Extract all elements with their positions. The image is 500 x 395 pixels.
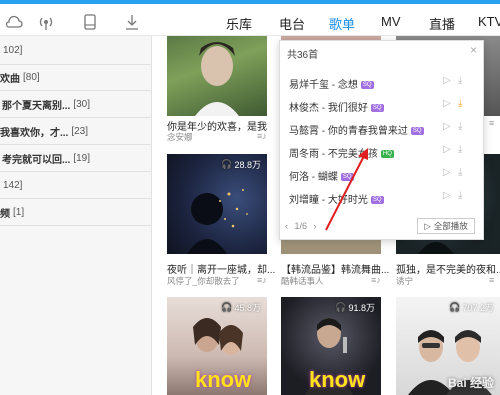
playlist-list-icon[interactable]: ≡♪	[257, 275, 267, 285]
device-icon[interactable]	[80, 12, 100, 32]
download-icon[interactable]	[122, 12, 142, 32]
download-icon[interactable]: ⤓	[458, 75, 462, 86]
sidebar-item[interactable]: 频 [1]	[0, 197, 152, 227]
play-icon[interactable]: ▷	[443, 121, 451, 132]
playlist-author[interactable]: 念安娜	[167, 131, 247, 143]
playlist-author[interactable]: 酷韩话事人	[281, 275, 361, 287]
song-row[interactable]: 林俊杰 - 我们很好 SQ ▷ ⤓	[280, 94, 485, 117]
sidebar-item[interactable]: 那个夏天离别... [30]	[0, 89, 152, 119]
play-count: 🎧 707.2万	[449, 301, 494, 314]
play-count-value: 91.8万	[348, 303, 375, 313]
sidebar-item-label: 那个夏天离别...	[2, 100, 71, 112]
popup-song-count: 共36首	[287, 50, 319, 61]
playlist-list-icon[interactable]: ≡♪	[371, 275, 381, 285]
tab-mv[interactable]: MV	[381, 14, 401, 29]
divider	[0, 225, 152, 226]
play-icon: ▷	[424, 220, 431, 231]
play-count-value: 45.8万	[234, 303, 261, 313]
playlist-list-icon[interactable]: ≡	[489, 275, 494, 285]
download-icon[interactable]: ⤓	[458, 167, 462, 178]
playlist-cover[interactable]: 🎧 45.8万 know	[167, 297, 267, 395]
playlist-title[interactable]: 孤独，是不完美的夜和...	[396, 261, 500, 276]
chevron-left-icon[interactable]: ‹	[285, 221, 288, 231]
headphones-icon: 🎧	[335, 302, 347, 312]
playlist-author[interactable]: 风停了_你却散去了	[167, 275, 257, 287]
play-icon[interactable]: ▷	[443, 167, 451, 178]
play-count: 🎧 28.8万	[221, 158, 261, 171]
tab-playlists[interactable]: 歌单	[329, 14, 356, 41]
song-name[interactable]: 马懿霄 - 你的青春我曾来过 SQ	[289, 122, 424, 137]
tab-ktv[interactable]: KTV	[478, 14, 500, 29]
headphones-icon: 🎧	[221, 159, 233, 169]
sidebar-item-count: [23]	[71, 125, 89, 137]
playlist-list-icon[interactable]: ≡♪	[257, 131, 267, 141]
download-icon[interactable]: ⤓	[458, 98, 462, 109]
play-icon[interactable]: ▷	[443, 190, 451, 201]
sidebar-item[interactable]: 142]	[0, 170, 152, 200]
sidebar-item[interactable]: 102]	[0, 35, 152, 65]
sidebar-item-count: 142]	[3, 179, 23, 191]
playlist-title[interactable]: 【韩流品鉴】韩流舞曲...	[281, 261, 389, 276]
play-count-value: 707.2万	[462, 303, 494, 313]
sidebar-item[interactable]: 我喜欢你，才... [23]	[0, 116, 152, 146]
tab-radio[interactable]: 电台	[279, 14, 305, 33]
play-all-button[interactable]: ▷ 全部播放	[417, 218, 475, 234]
sidebar-item-label: 欢曲	[0, 73, 20, 85]
sidebar-item-count: [80]	[23, 71, 40, 83]
play-count-value: 28.8万	[234, 160, 261, 170]
playlist-cover[interactable]: 🎧 28.8万	[167, 154, 267, 254]
download-icon[interactable]: ⤓	[458, 190, 462, 201]
play-count: 🎧 91.8万	[335, 301, 375, 314]
sidebar-item-label: 频	[0, 208, 10, 220]
song-row[interactable]: 刘增瞳 - 大好时光 SQ ▷ ⤓	[280, 186, 485, 209]
tab-library[interactable]: 乐库	[226, 14, 252, 33]
sidebar: 102] 欢曲 [80] 那个夏天离别... [30] 我喜欢你，才... [23] …	[0, 36, 152, 395]
headphones-icon: 🎧	[221, 302, 233, 312]
sidebar-item-count: [1]	[13, 206, 25, 218]
sidebar-item-count: [30]	[73, 98, 91, 110]
sidebar-item-label: 我喜欢你，才...	[0, 127, 69, 139]
tab-live[interactable]: 直播	[429, 14, 455, 33]
sidebar-item[interactable]: 考完就可以回... [19]	[0, 143, 152, 173]
top-toolbar: 乐库 电台 歌单 MV 直播 KTV	[0, 0, 500, 41]
chevron-right-icon[interactable]: ›	[314, 221, 317, 231]
playlist-title[interactable]: 夜听｜离开一座城，却...	[167, 261, 275, 276]
song-row[interactable]: 马懿霄 - 你的青春我曾来过 SQ ▷ ⤓	[280, 117, 485, 140]
sidebar-item-count: [19]	[73, 152, 91, 164]
playlist-cover[interactable]: 🎧 91.8万 know	[281, 297, 381, 395]
headphones-icon: 🎧	[449, 302, 461, 312]
annotation-arrow-icon	[325, 148, 368, 231]
page-indicator: 1/6	[294, 221, 308, 231]
song-name[interactable]: 易烊千玺 - 念想 SQ	[289, 76, 374, 91]
sidebar-item-count: 102]	[3, 44, 23, 56]
cover-text: know	[309, 367, 366, 392]
download-icon[interactable]: ⤓	[458, 121, 462, 132]
song-row[interactable]: 何洛 - 蝴蝶 SQ ▷ ⤓	[280, 163, 485, 186]
cover-text: know	[195, 367, 252, 392]
play-all-label: 全部播放	[433, 221, 468, 231]
watermark: Bai 经验	[447, 376, 494, 390]
radio-broadcast-icon[interactable]	[36, 12, 56, 32]
pager: ‹ 1/6 ›	[285, 221, 317, 231]
quality-badge: SQ	[410, 127, 424, 136]
sidebar-item-label: 考完就可以回...	[2, 154, 71, 166]
play-count: 🎧 45.8万	[221, 301, 261, 314]
quality-badge: SQ	[370, 104, 384, 113]
close-icon[interactable]: ×	[470, 43, 477, 57]
play-icon[interactable]: ▷	[443, 144, 451, 155]
song-row[interactable]: 周冬雨 - 不完美女孩 HQ ▷ ⤓	[280, 140, 485, 163]
playlist-author[interactable]: 诱宁	[396, 275, 456, 287]
song-name[interactable]: 林俊杰 - 我们很好 SQ	[289, 99, 384, 114]
quality-badge: HQ	[380, 150, 394, 159]
song-row[interactable]: 易烊千玺 - 念想 SQ ▷ ⤓	[280, 71, 485, 94]
play-icon[interactable]: ▷	[443, 75, 451, 86]
quality-badge: SQ	[360, 81, 374, 90]
playlist-list-icon[interactable]: ≡	[489, 118, 494, 128]
play-icon[interactable]: ▷	[443, 98, 451, 109]
title-bar-strip	[0, 0, 500, 4]
sidebar-item[interactable]: 欢曲 [80]	[0, 62, 152, 92]
playlist-cover[interactable]	[167, 36, 267, 116]
cloud-icon[interactable]	[4, 12, 24, 32]
download-icon[interactable]: ⤓	[458, 144, 462, 155]
